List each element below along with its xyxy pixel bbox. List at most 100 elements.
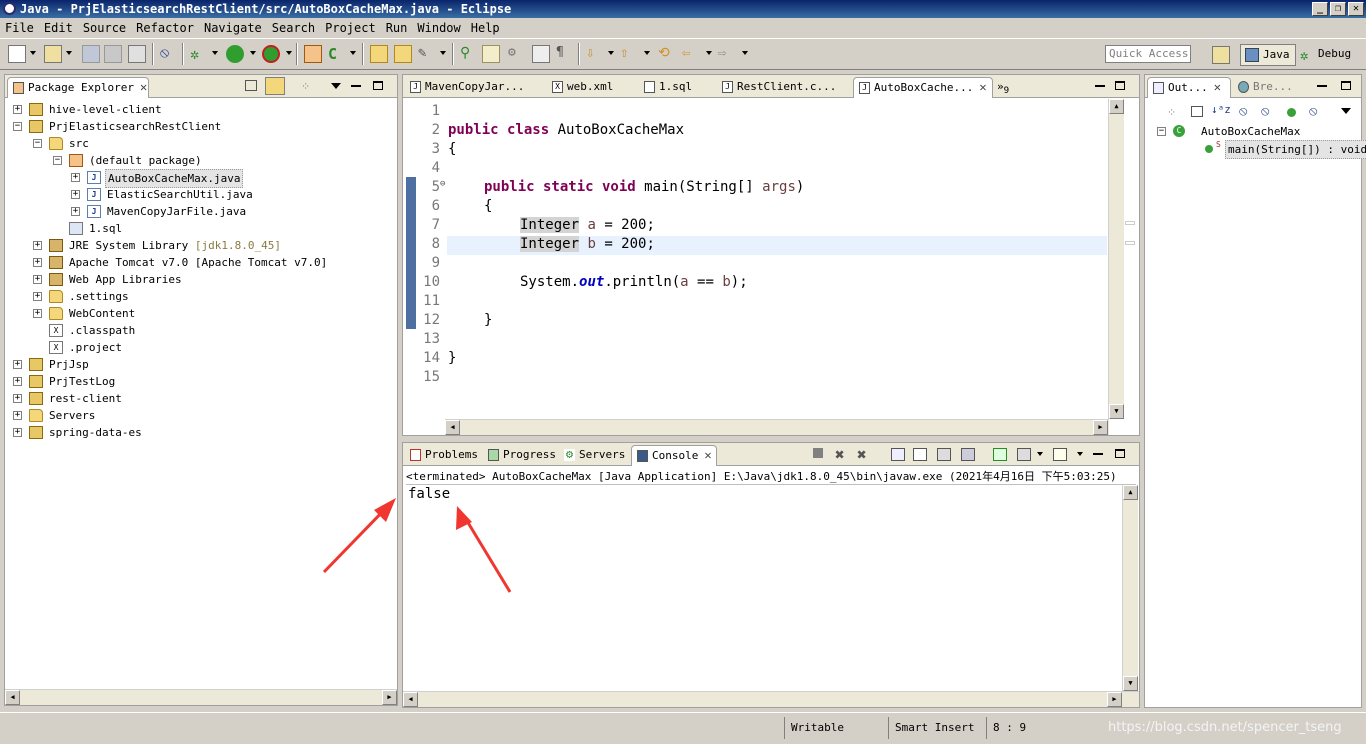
- scroll-up-icon[interactable]: ▲: [1109, 99, 1124, 114]
- scroll-left-icon[interactable]: ◀: [445, 420, 460, 435]
- display-selected-console-icon[interactable]: [1017, 448, 1031, 461]
- open-type-icon[interactable]: [370, 45, 388, 63]
- toggle-mark-occurrences-icon[interactable]: ⚲: [460, 45, 478, 63]
- expand-icon[interactable]: +: [13, 377, 22, 386]
- expand-icon[interactable]: +: [71, 207, 80, 216]
- close-icon[interactable]: ✕: [704, 448, 711, 462]
- minimize-icon[interactable]: [1317, 85, 1327, 87]
- debug-dropdown-icon[interactable]: [212, 51, 218, 55]
- previous-annotation-icon[interactable]: ⇧: [620, 45, 638, 63]
- close-icon[interactable]: ✕: [1214, 80, 1221, 94]
- tab-console[interactable]: Console ✕: [631, 445, 717, 466]
- open-console-icon[interactable]: [1053, 448, 1067, 461]
- run-dropdown-icon[interactable]: [250, 51, 256, 55]
- collapse-icon[interactable]: −: [13, 122, 22, 131]
- search-icon[interactable]: ✎: [418, 45, 436, 63]
- next-annotation-icon[interactable]: ⇩: [586, 45, 604, 63]
- collapse-all-icon[interactable]: [1191, 106, 1203, 117]
- tab-web-xml[interactable]: Xweb.xml: [547, 77, 639, 98]
- collapse-icon[interactable]: −: [33, 139, 42, 148]
- expand-icon[interactable]: +: [13, 360, 22, 369]
- show-console-stdout-icon[interactable]: [961, 448, 975, 461]
- clear-console-icon[interactable]: [891, 448, 905, 461]
- new-class-dropdown-icon[interactable]: [350, 51, 356, 55]
- new-class-icon[interactable]: C: [328, 45, 346, 63]
- remove-all-launches-icon[interactable]: ✖: [857, 445, 867, 464]
- menu-window[interactable]: Window: [412, 18, 465, 38]
- new-dropdown-icon[interactable]: [30, 51, 36, 55]
- tab-outline[interactable]: Out... ✕: [1147, 77, 1231, 98]
- back-icon[interactable]: ⇦: [682, 45, 700, 63]
- back-dropdown-icon[interactable]: [706, 51, 712, 55]
- scroll-down-icon[interactable]: ▼: [1109, 404, 1124, 419]
- new-icon[interactable]: [8, 45, 26, 63]
- menu-search[interactable]: Search: [267, 18, 320, 38]
- external-tools-icon[interactable]: [262, 45, 280, 63]
- minimize-icon[interactable]: [351, 85, 361, 87]
- expand-icon[interactable]: +: [71, 173, 80, 182]
- save-all-icon[interactable]: [104, 45, 122, 63]
- hide-static-icon[interactable]: ⦸: [1261, 104, 1269, 119]
- tab-servers[interactable]: ⚙ Servers: [559, 445, 629, 466]
- scroll-down-icon[interactable]: ▼: [1123, 676, 1138, 691]
- menu-help[interactable]: Help: [466, 18, 505, 38]
- hide-fields-icon[interactable]: ⦸: [1239, 104, 1247, 119]
- view-menu-icon[interactable]: [1341, 108, 1351, 114]
- sort-icon[interactable]: ↓ᵃz: [1211, 103, 1231, 116]
- scroll-right-icon[interactable]: ▶: [1107, 692, 1122, 707]
- scroll-right-icon[interactable]: ▶: [1093, 420, 1108, 435]
- fold-toggle-icon[interactable]: ⊖: [440, 179, 445, 189]
- toggle-block-icon[interactable]: ⚙: [508, 45, 526, 63]
- restore-button[interactable]: ❐: [1330, 2, 1346, 16]
- expand-icon[interactable]: +: [33, 258, 42, 267]
- collapse-icon[interactable]: −: [1157, 127, 1166, 136]
- close-button[interactable]: ✕: [1348, 2, 1364, 16]
- close-icon[interactable]: ✕: [140, 80, 147, 94]
- link-with-editor-icon[interactable]: [265, 77, 285, 95]
- open-task-icon[interactable]: [394, 45, 412, 63]
- save-icon[interactable]: [82, 45, 100, 63]
- external-tools-dropdown-icon[interactable]: [286, 51, 292, 55]
- overview-ruler-marker[interactable]: [1125, 221, 1135, 225]
- show-whitespace-icon[interactable]: [532, 45, 550, 63]
- skip-breakpoints-icon[interactable]: ⦸: [160, 45, 178, 63]
- forward-icon[interactable]: ⇨: [718, 45, 736, 63]
- close-icon[interactable]: ✕: [979, 80, 986, 94]
- menu-source[interactable]: Source: [78, 18, 131, 38]
- maximize-icon[interactable]: [1115, 81, 1125, 90]
- tab-problems[interactable]: Problems: [405, 445, 481, 466]
- open-console-dropdown-icon[interactable]: [1077, 452, 1083, 456]
- maximize-icon[interactable]: [373, 81, 383, 90]
- minimize-icon[interactable]: [1093, 453, 1103, 455]
- console-horizontal-scrollbar[interactable]: ◀ ▶: [403, 691, 1139, 707]
- menu-navigate[interactable]: Navigate: [199, 18, 267, 38]
- pin-console-icon[interactable]: [993, 448, 1007, 461]
- perspective-debug-button[interactable]: ✲ Debug: [1296, 44, 1356, 66]
- menu-project[interactable]: Project: [320, 18, 381, 38]
- remove-launch-icon[interactable]: ✖: [835, 445, 845, 464]
- tab-package-explorer[interactable]: Package Explorer ✕: [7, 77, 149, 98]
- hide-non-public-icon[interactable]: [1287, 108, 1296, 117]
- menu-edit[interactable]: Edit: [39, 18, 78, 38]
- debug-icon[interactable]: ✲: [190, 45, 208, 63]
- new-java-project-icon[interactable]: [304, 45, 322, 63]
- horizontal-scrollbar[interactable]: ◀ ▶: [5, 689, 397, 705]
- collapse-all-icon[interactable]: [245, 80, 257, 91]
- new-package-icon[interactable]: [44, 45, 62, 63]
- forward-dropdown-icon[interactable]: [742, 51, 748, 55]
- menu-run[interactable]: Run: [381, 18, 413, 38]
- word-wrap-icon[interactable]: [937, 448, 951, 461]
- view-menu-dots-icon[interactable]: ⁘: [301, 80, 310, 93]
- expand-icon[interactable]: +: [33, 275, 42, 284]
- tab-1-sql[interactable]: 1.sql: [639, 77, 717, 98]
- quick-access-input[interactable]: Quick Access: [1105, 45, 1191, 63]
- toggle-highlight-icon[interactable]: [482, 45, 500, 63]
- scroll-left-icon[interactable]: ◀: [5, 690, 20, 705]
- tab-mavencopyjar[interactable]: J MavenCopyJar...: [405, 77, 545, 98]
- paragraph-icon[interactable]: ¶: [556, 45, 574, 63]
- expand-icon[interactable]: +: [13, 411, 22, 420]
- search-dropdown-icon[interactable]: [440, 51, 446, 55]
- collapse-icon[interactable]: −: [53, 156, 62, 165]
- terminate-icon[interactable]: [813, 448, 823, 458]
- tab-autoboxcachemax[interactable]: J AutoBoxCache... ✕: [853, 77, 993, 98]
